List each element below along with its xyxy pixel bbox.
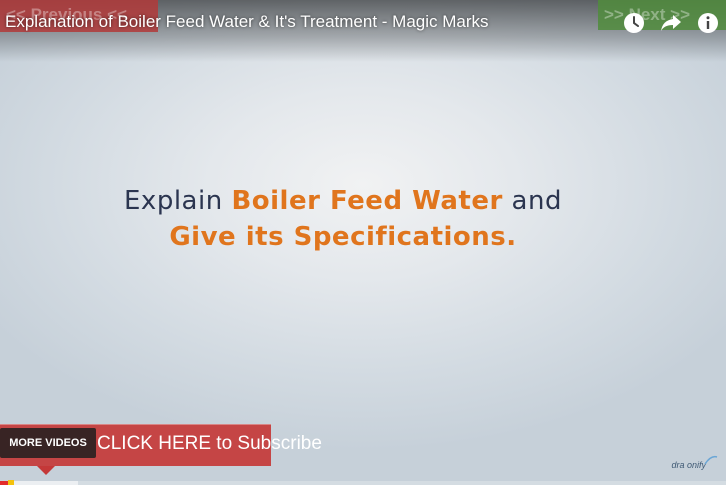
watermark-swoosh-icon bbox=[704, 455, 718, 465]
slide-line1-highlight: Boiler Feed Water bbox=[231, 186, 503, 216]
watermark-text: dra onify bbox=[671, 460, 706, 470]
share-icon[interactable] bbox=[659, 11, 683, 35]
top-controls bbox=[622, 11, 720, 35]
slide-question: Explain Boiler Feed Water and Give its S… bbox=[0, 183, 686, 255]
video-player[interactable]: << Previous << >> Next >> Explanation of… bbox=[0, 0, 726, 485]
slide-line1-suffix: and bbox=[502, 186, 562, 216]
progress-bar[interactable] bbox=[0, 480, 726, 485]
slide-line2-highlight: Give its Specifications. bbox=[169, 222, 517, 252]
slide-line-2: Give its Specifications. bbox=[0, 219, 686, 255]
info-icon[interactable] bbox=[696, 11, 720, 35]
more-videos-caret bbox=[37, 466, 55, 475]
slide-line-1: Explain Boiler Feed Water and bbox=[0, 183, 686, 219]
video-title[interactable]: Explanation of Boiler Feed Water & It's … bbox=[5, 12, 489, 32]
watermark-logo: dra onify bbox=[671, 455, 718, 470]
slide-line1-prefix: Explain bbox=[124, 186, 232, 216]
more-videos-button[interactable]: MORE VIDEOS bbox=[0, 428, 96, 458]
progress-scrubber-handle[interactable] bbox=[8, 480, 14, 485]
clock-icon[interactable] bbox=[622, 11, 646, 35]
